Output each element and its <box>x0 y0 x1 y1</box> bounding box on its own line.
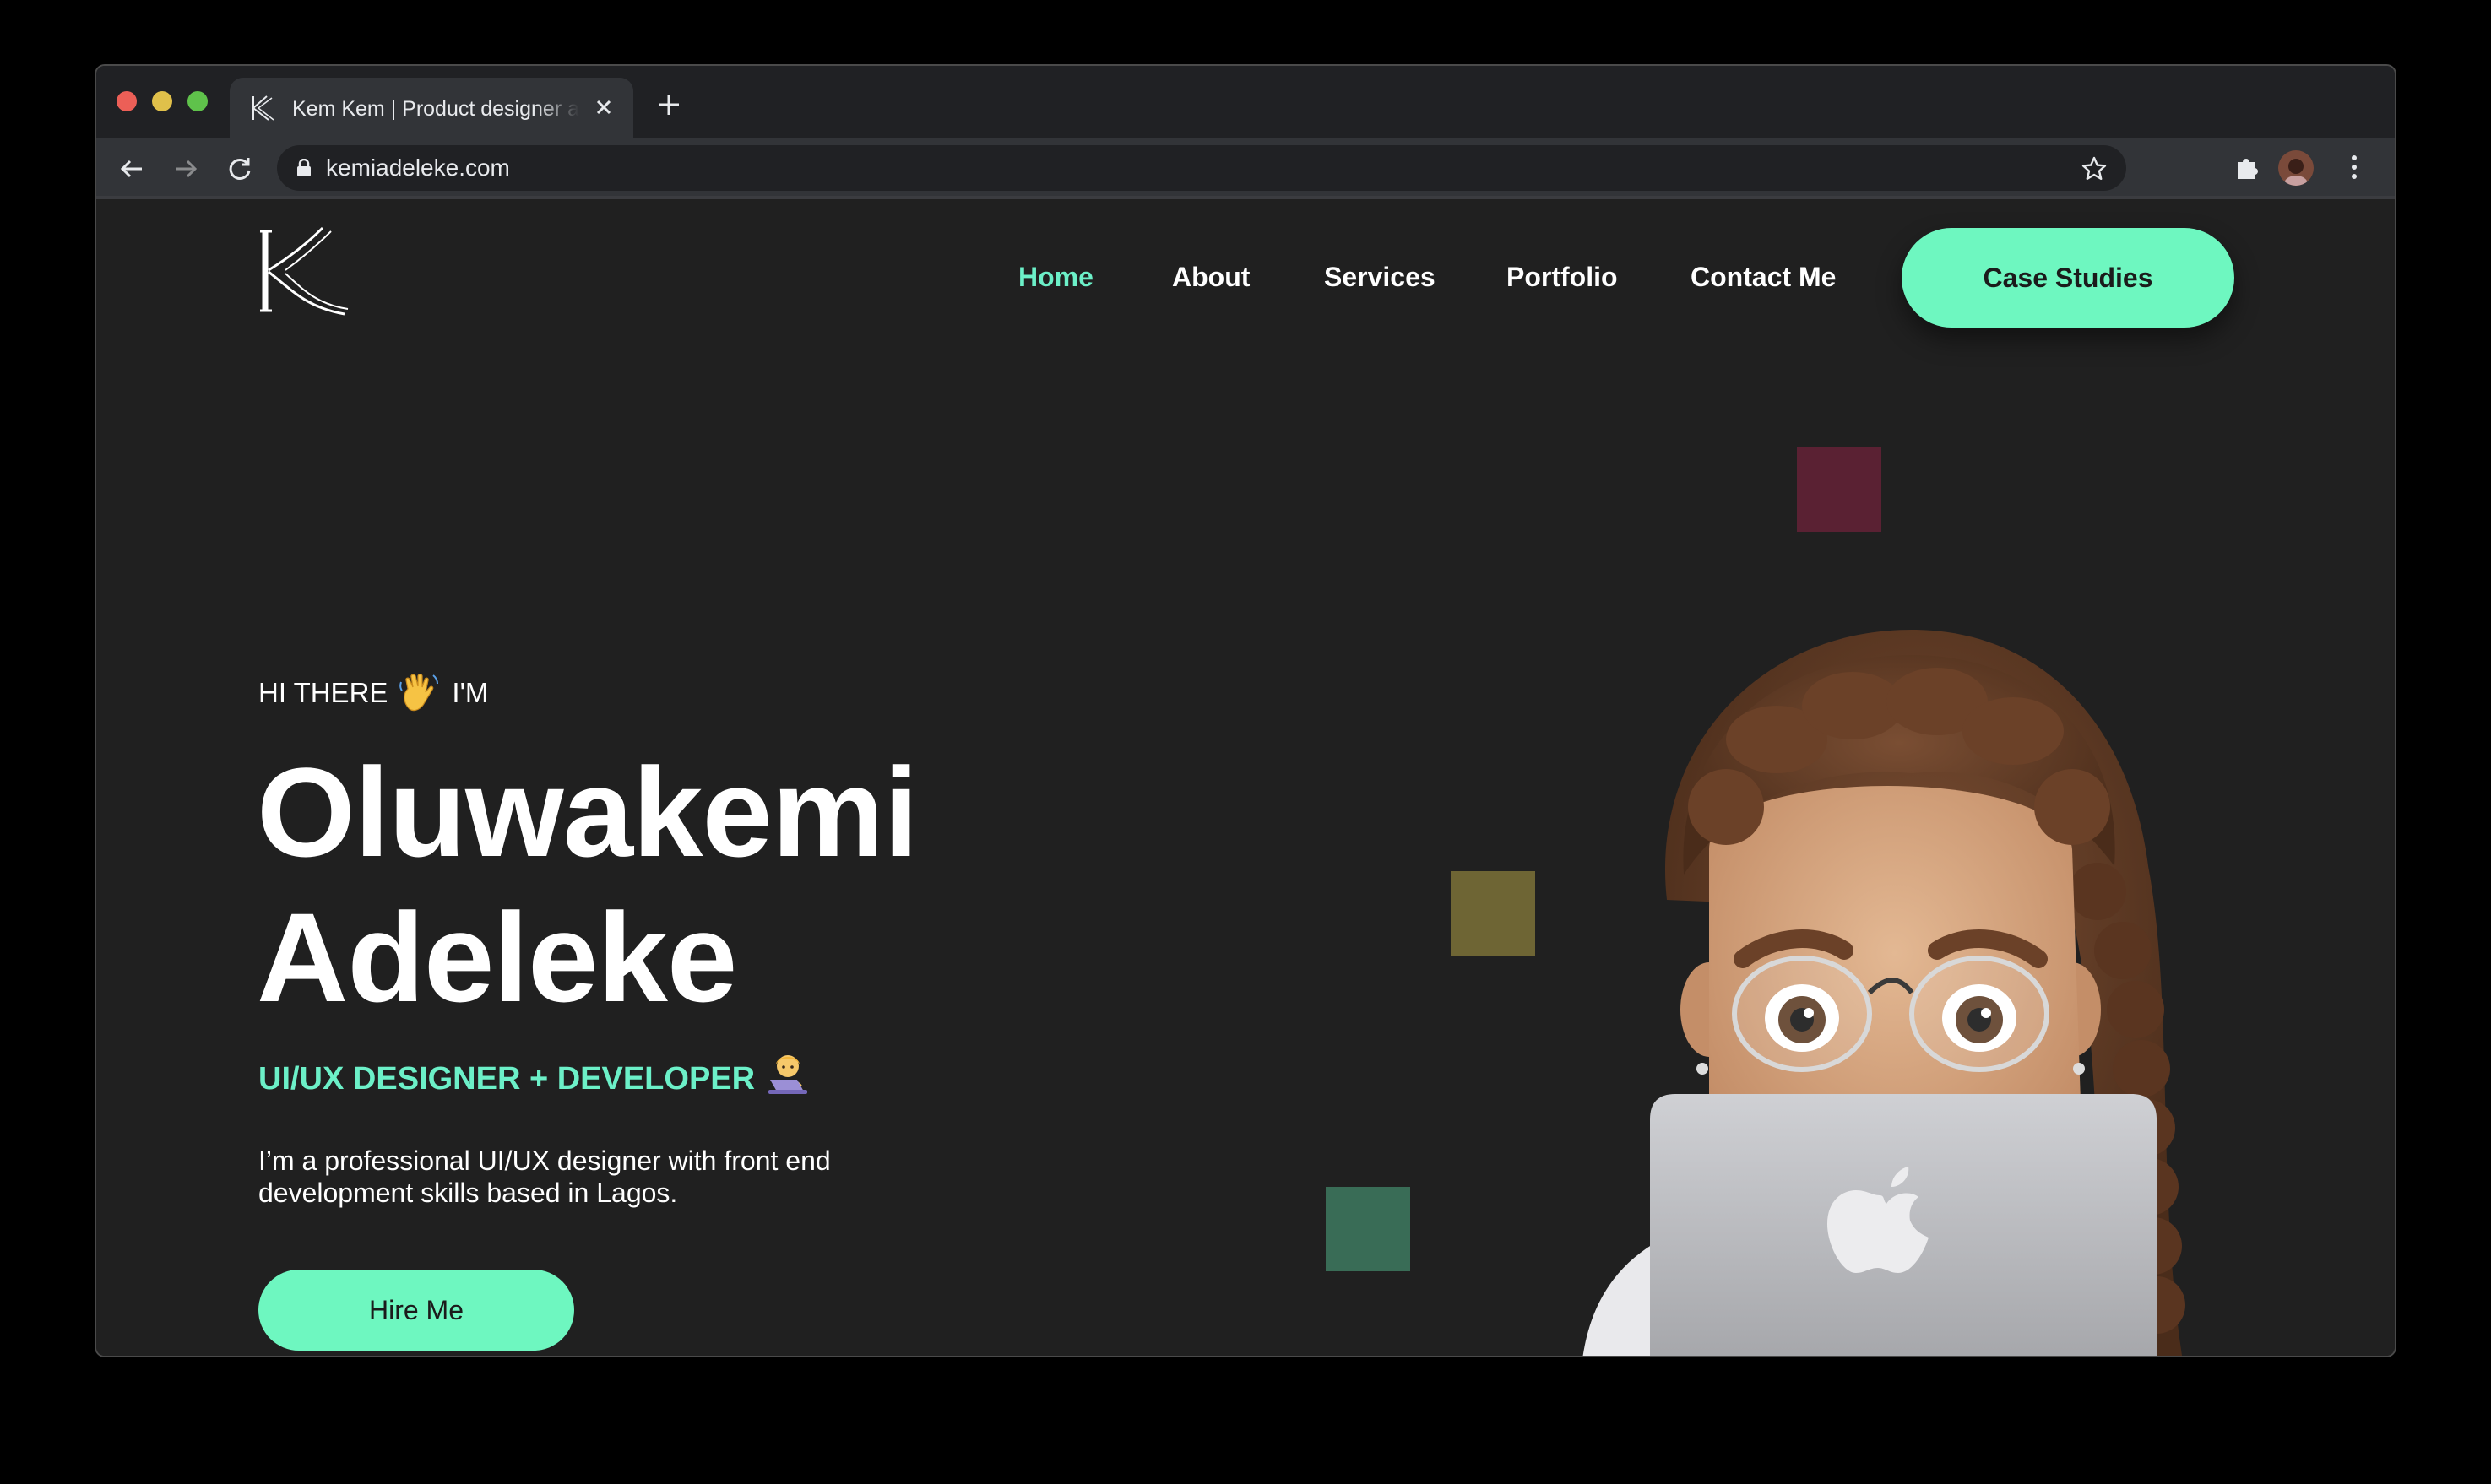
avatar[interactable] <box>2278 150 2314 186</box>
maximize-window-button[interactable] <box>187 91 208 111</box>
nav-contact-me[interactable]: Contact Me <box>1691 260 1836 294</box>
k-logo-icon[interactable] <box>257 223 351 321</box>
hire-me-button[interactable]: Hire Me <box>258 1270 574 1351</box>
plus-icon[interactable] <box>655 91 682 118</box>
first-name: Oluwakemi <box>257 741 919 883</box>
greeting-text: HI THERE <box>258 677 388 708</box>
page-viewport: Home About Services Portfolio Contact Me… <box>96 199 2395 1356</box>
role-title: UI/UX DESIGNER + DEVELOPER <box>258 1055 811 1099</box>
nav-services[interactable]: Services <box>1324 260 1435 294</box>
browser-tab[interactable]: Kem Kem | Product designer and developer <box>230 78 633 138</box>
forward-icon[interactable] <box>171 154 201 184</box>
greeting: HI THERE I'M <box>258 672 488 714</box>
nav-about[interactable]: About <box>1172 260 1250 294</box>
close-icon[interactable] <box>591 95 616 120</box>
address-bar[interactable]: kemiadeleke.com <box>277 145 2126 191</box>
browser-toolbar: kemiadeleke.com <box>96 138 2395 199</box>
extensions-icon[interactable] <box>2233 152 2263 182</box>
back-icon[interactable] <box>117 154 147 184</box>
last-name: Adeleke <box>257 886 737 1028</box>
reload-icon[interactable] <box>225 154 255 184</box>
lock-icon <box>297 159 311 176</box>
decor-square-green <box>1326 1187 1410 1271</box>
menu-icon[interactable] <box>2349 152 2359 182</box>
minimize-window-button[interactable] <box>152 91 172 111</box>
browser-window: Kem Kem | Product designer and developer… <box>95 64 2396 1357</box>
k-logo-icon <box>252 95 274 121</box>
nav-home[interactable]: Home <box>1018 260 1094 294</box>
intro-paragraph: I’m a professional UI/UX designer with f… <box>258 1145 831 1208</box>
nav-portfolio[interactable]: Portfolio <box>1506 260 1618 294</box>
technologist-emoji-icon <box>768 1055 808 1094</box>
hero-name: Oluwakemi Adeleke <box>257 739 919 1030</box>
greeting-text-suffix: I'M <box>452 677 489 708</box>
star-icon[interactable] <box>2081 155 2108 182</box>
case-studies-button[interactable]: Case Studies <box>1902 228 2234 328</box>
memoji-avatar-image <box>1582 630 2185 1356</box>
waving-hand-icon <box>399 674 439 712</box>
tab-title: Kem Kem | Product designer and developer <box>292 97 579 121</box>
tab-bar: Kem Kem | Product designer and developer <box>96 66 2395 138</box>
decor-square-maroon <box>1797 447 1881 532</box>
url-text: kemiadeleke.com <box>326 154 510 181</box>
role-text: UI/UX DESIGNER + DEVELOPER <box>258 1061 756 1097</box>
close-window-button[interactable] <box>117 91 137 111</box>
